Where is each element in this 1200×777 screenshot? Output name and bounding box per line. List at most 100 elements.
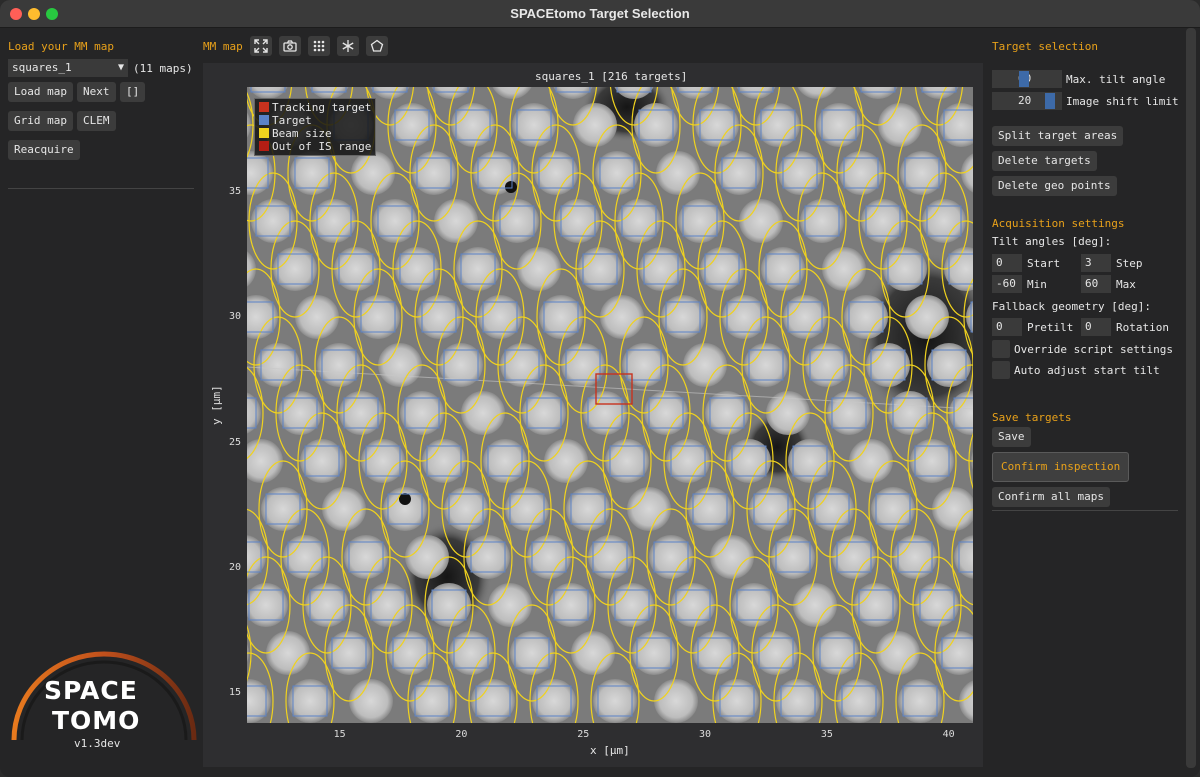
grid-hole (488, 583, 532, 627)
is-limit-label: Image shift limit (1066, 95, 1179, 108)
brackets-button[interactable]: [] (120, 82, 146, 102)
map-select[interactable]: squares_1 ▼ (8, 59, 128, 77)
grid-hole (656, 151, 700, 195)
tilt-angles-label: Tilt angles [deg]: (992, 235, 1112, 248)
pretilt-input[interactable]: 0 (992, 318, 1022, 336)
is-limit-grab[interactable] (1045, 93, 1056, 109)
grid-hole (405, 535, 449, 579)
save-targets-heading: Save targets (992, 411, 1072, 424)
confirm-all-maps-button[interactable]: Confirm all maps (992, 487, 1110, 507)
close-window-button[interactable] (10, 8, 22, 20)
grid-hole (434, 199, 478, 243)
grid-hole (876, 631, 920, 675)
load-map-button[interactable]: Load map (8, 82, 73, 102)
grid-hole (571, 631, 615, 675)
rotation-label: Rotation (1116, 321, 1169, 334)
override-script-label: Override script settings (1014, 343, 1173, 356)
start-input[interactable]: 0 (992, 254, 1022, 272)
zoom-window-button[interactable] (46, 8, 58, 20)
grid-hole (683, 343, 727, 387)
legend-target: Target (259, 115, 312, 127)
save-button[interactable]: Save (992, 427, 1031, 447)
right-scrollbar[interactable] (1186, 28, 1196, 768)
rotation-input[interactable]: 0 (1081, 318, 1111, 336)
x-tick-label: 30 (699, 729, 712, 740)
grid-hole (905, 295, 949, 339)
fullscreen-icon[interactable] (250, 36, 272, 56)
snowflake-icon[interactable] (337, 36, 359, 56)
override-script-checkbox[interactable] (992, 340, 1010, 358)
grid-hole (351, 151, 395, 195)
delete-geo-points-button[interactable]: Delete geo points (992, 176, 1117, 196)
min-label: Min (1027, 278, 1047, 291)
mm-map-canvas[interactable] (247, 87, 973, 723)
legend-swatch (259, 115, 269, 125)
legend-out-of-is-range: Out of IS range (259, 141, 371, 153)
pentagon-icon[interactable] (366, 36, 388, 56)
logo-line2: TOMO (52, 706, 141, 735)
map-count: (11 maps) (133, 62, 193, 75)
legend-swatch (259, 128, 269, 138)
x-tick-label: 15 (333, 729, 346, 740)
is-limit-slider[interactable]: 20 (992, 92, 1062, 110)
camera-icon[interactable] (279, 36, 301, 56)
delete-targets-button[interactable]: Delete targets (992, 151, 1097, 171)
mm-map-plot[interactable] (247, 87, 973, 723)
load-map-heading: Load your MM map (8, 40, 114, 53)
spacetomo-logo: SPACE TOMO v1.3dev (8, 642, 200, 754)
y-tick-label: 15 (229, 686, 242, 698)
grid-hole (822, 247, 866, 291)
x-tick-label: 40 (942, 729, 955, 740)
confirm-inspection-button[interactable]: Confirm inspection (992, 452, 1130, 482)
grid-hole (710, 535, 754, 579)
grid-hole (517, 247, 561, 291)
x-axis-label: x [µm] (590, 744, 630, 757)
grid-map-button[interactable]: Grid map (8, 111, 73, 131)
plot-title: squares_1 [216 targets] (535, 70, 688, 83)
grid-hole (266, 631, 310, 675)
legend-tracking-target: Tracking target (259, 102, 371, 114)
max-label: Max (1116, 278, 1136, 291)
grid-hole (322, 487, 366, 531)
grid-hole (627, 487, 671, 531)
acquisition-settings-heading: Acquisition settings (992, 217, 1125, 230)
y-tick-label: 25 (229, 436, 242, 448)
legend-swatch (259, 141, 269, 151)
reacquire-button[interactable]: Reacquire (8, 140, 80, 160)
start-label: Start (1027, 257, 1061, 270)
grid-hole (544, 439, 588, 483)
step-label: Step (1116, 257, 1143, 270)
y-tick-label: 35 (229, 186, 242, 198)
grid-hole (739, 199, 783, 243)
logo-line1: SPACE (44, 676, 138, 705)
y-tick-label: 30 (229, 311, 242, 323)
auto-adjust-checkbox[interactable] (992, 361, 1010, 379)
grid-hole (378, 343, 422, 387)
plot-legend: Tracking target Target Beam size Out of … (254, 98, 376, 156)
grid-hole (793, 583, 837, 627)
x-tick-label: 35 (820, 729, 833, 740)
max-input[interactable]: 60 (1081, 275, 1111, 293)
legend-swatch (259, 102, 269, 112)
step-input[interactable]: 3 (1081, 254, 1111, 272)
mm-map-label: MM map (203, 40, 243, 53)
pretilt-label: Pretilt (1027, 321, 1074, 334)
clem-button[interactable]: CLEM (77, 111, 116, 131)
grid-hole (600, 295, 644, 339)
min-input[interactable]: -60 (992, 275, 1022, 293)
fallback-geometry-label: Fallback geometry [deg]: (992, 300, 1151, 313)
max-tilt-label: Max. tilt angle (1066, 73, 1166, 86)
next-button[interactable]: Next (77, 82, 116, 102)
grid-hole (295, 295, 339, 339)
legend-beam-size: Beam size (259, 128, 332, 140)
left-divider (8, 188, 194, 189)
app-window: SPACEtomo Target Selection Load your MM … (0, 0, 1200, 777)
max-tilt-grab[interactable] (1019, 71, 1030, 87)
max-tilt-slider[interactable]: 60 (992, 70, 1062, 88)
minimize-window-button[interactable] (28, 8, 40, 20)
grid-hole (349, 679, 393, 723)
grid-icon[interactable] (308, 36, 330, 56)
grid-hole (878, 103, 922, 147)
split-target-areas-button[interactable]: Split target areas (992, 126, 1124, 146)
right-divider (992, 510, 1178, 511)
